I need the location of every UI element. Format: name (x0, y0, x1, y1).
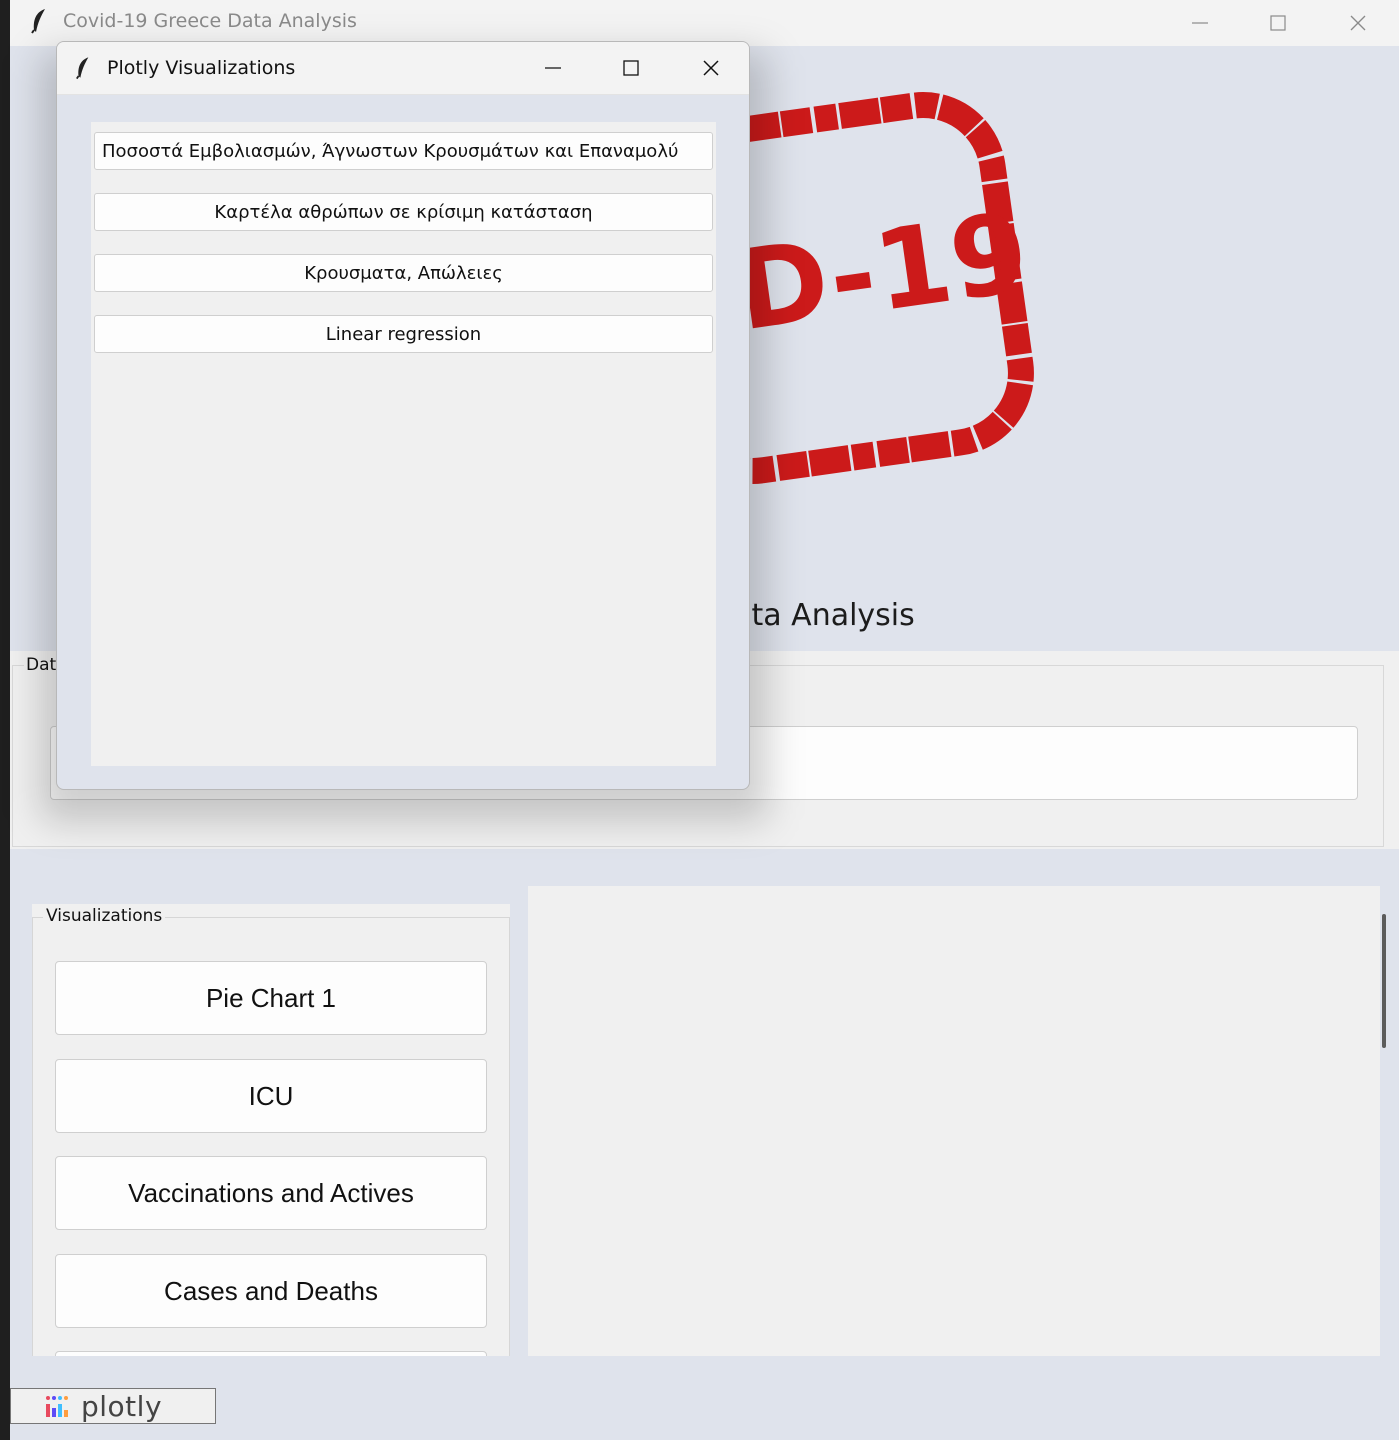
minimize-icon (545, 67, 561, 69)
window-title: Covid-19 Greece Data Analysis (63, 10, 357, 32)
maximize-icon (623, 60, 639, 76)
vaccinations-actives-button[interactable]: Vaccinations and Actives (55, 1156, 487, 1230)
close-icon (1350, 15, 1366, 31)
minimize-button[interactable] (1162, 0, 1238, 46)
maximize-button[interactable] (1240, 0, 1316, 46)
next-visualization-button[interactable] (55, 1351, 487, 1356)
popup-title: Plotly Visualizations (107, 57, 296, 79)
stamp-text: D-19 (729, 188, 1036, 355)
maximize-icon (1270, 15, 1286, 31)
plotly-logo-icon (46, 1396, 68, 1417)
output-panel (528, 886, 1380, 1356)
feather-icon (30, 8, 48, 39)
critical-condition-button[interactable]: Καρτέλα αθρώπων σε κρίσιμη κατάσταση (94, 193, 713, 231)
visualizations-legend: Visualizations (43, 906, 166, 926)
close-icon (703, 60, 719, 76)
output-scrollbar[interactable] (1382, 914, 1386, 1048)
vaccination-rates-button[interactable]: Ποσοστά Εμβολιασμών, Άγνωστων Κρουσμάτων… (94, 132, 713, 170)
pie-chart-button[interactable]: Pie Chart 1 (55, 961, 487, 1035)
linear-regression-button[interactable]: Linear regression (94, 315, 713, 353)
plotly-badge[interactable]: plotly (10, 1388, 216, 1424)
visualizations-panel: Visualizations Pie Chart 1 ICU Vaccinati… (32, 904, 510, 1356)
feather-icon (75, 56, 91, 85)
popup-close-button[interactable] (671, 42, 749, 94)
popup-minimize-button[interactable] (513, 42, 593, 94)
plotly-visualizations-window: Plotly Visualizations Ποσοστά Εμβολιασμώ… (56, 41, 750, 790)
popup-content: Ποσοστά Εμβολιασμών, Άγνωστων Κρουσμάτων… (91, 122, 716, 766)
cases-losses-button[interactable]: Κρουσματα, Απώλειες (94, 254, 713, 292)
cases-deaths-button[interactable]: Cases and Deaths (55, 1254, 487, 1328)
popup-maximize-button[interactable] (591, 42, 671, 94)
plotly-label: plotly (81, 1389, 163, 1423)
minimize-icon (1192, 22, 1208, 24)
icu-button[interactable]: ICU (55, 1059, 487, 1133)
popup-titlebar[interactable]: Plotly Visualizations (57, 42, 749, 95)
close-button[interactable] (1320, 0, 1396, 46)
main-titlebar[interactable]: Covid-19 Greece Data Analysis (10, 0, 1399, 46)
